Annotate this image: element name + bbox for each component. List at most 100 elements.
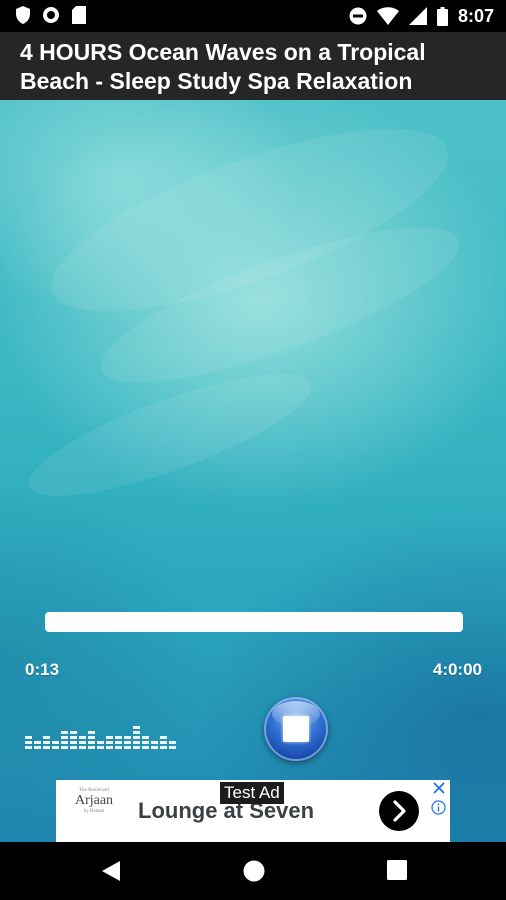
equalizer-segment bbox=[133, 746, 140, 749]
equalizer-segment bbox=[88, 741, 95, 744]
equalizer-segment bbox=[133, 731, 140, 734]
equalizer-segment bbox=[124, 741, 131, 744]
equalizer-bar bbox=[160, 736, 167, 749]
equalizer-bar bbox=[151, 741, 158, 749]
equalizer-bar bbox=[115, 736, 122, 749]
equalizer-segment bbox=[115, 741, 122, 744]
equalizer-segment bbox=[124, 746, 131, 749]
status-bar: 8:07 bbox=[0, 0, 506, 32]
equalizer-segment bbox=[133, 741, 140, 744]
equalizer-segment bbox=[142, 746, 149, 749]
equalizer-segment bbox=[169, 741, 176, 744]
equalizer-bar bbox=[79, 736, 86, 749]
ad-label: Test Ad bbox=[220, 782, 284, 804]
equalizer-segment bbox=[88, 731, 95, 734]
title-bar: 4 HOURS Ocean Waves on a Tropical Beach … bbox=[0, 32, 506, 100]
equalizer-segment bbox=[97, 741, 104, 744]
circle-dot-icon bbox=[43, 7, 59, 23]
recents-icon[interactable] bbox=[386, 859, 408, 881]
equalizer-segment bbox=[142, 736, 149, 739]
equalizer-segment bbox=[97, 746, 104, 749]
ad-close-icon[interactable] bbox=[432, 781, 446, 795]
equalizer-segment bbox=[115, 736, 122, 739]
progress-bar[interactable] bbox=[45, 612, 463, 632]
equalizer-segment bbox=[61, 731, 68, 734]
equalizer-segment bbox=[151, 746, 158, 749]
equalizer-segment bbox=[43, 736, 50, 739]
sd-card-icon bbox=[72, 6, 86, 24]
equalizer-bar bbox=[43, 736, 50, 749]
stop-button[interactable] bbox=[264, 697, 328, 761]
equalizer-bar bbox=[142, 736, 149, 749]
equalizer-segment bbox=[133, 726, 140, 729]
back-icon[interactable] bbox=[100, 859, 122, 883]
do-not-disturb-icon bbox=[349, 7, 367, 25]
equalizer-bar bbox=[88, 731, 95, 749]
equalizer-segment bbox=[25, 746, 32, 749]
equalizer-segment bbox=[61, 736, 68, 739]
equalizer-segment bbox=[142, 741, 149, 744]
equalizer-bar bbox=[124, 736, 131, 749]
equalizer-segment bbox=[88, 736, 95, 739]
equalizer-segment bbox=[43, 746, 50, 749]
player-background: 0:13 4:0:00 The Boulevard Arjaan by Rota… bbox=[0, 100, 506, 842]
equalizer-segment bbox=[25, 736, 32, 739]
equalizer-segment bbox=[34, 741, 41, 744]
wifi-icon bbox=[376, 7, 399, 25]
equalizer-bar bbox=[169, 741, 176, 749]
equalizer-bar bbox=[52, 741, 59, 749]
ad-logo: The Boulevard Arjaan by Rotana bbox=[66, 788, 122, 834]
signal-icon bbox=[408, 7, 427, 25]
ad-logo-sub: by Rotana bbox=[83, 809, 105, 814]
equalizer-segment bbox=[106, 746, 113, 749]
stop-icon bbox=[283, 716, 309, 742]
status-right-icons: 8:07 bbox=[349, 6, 494, 26]
ad-info-icon[interactable] bbox=[431, 800, 446, 815]
equalizer-bar bbox=[61, 731, 68, 749]
equalizer-segment bbox=[160, 746, 167, 749]
clock: 8:07 bbox=[457, 6, 494, 26]
equalizer-bar bbox=[97, 741, 104, 749]
equalizer-segment bbox=[52, 746, 59, 749]
chevron-right-icon bbox=[393, 800, 406, 822]
battery-icon bbox=[436, 6, 448, 26]
equalizer-segment bbox=[151, 741, 158, 744]
equalizer-segment bbox=[106, 741, 113, 744]
equalizer-segment bbox=[70, 736, 77, 739]
equalizer-bar bbox=[25, 736, 32, 749]
equalizer-segment bbox=[124, 736, 131, 739]
equalizer-bar bbox=[133, 726, 140, 749]
equalizer-segment bbox=[106, 736, 113, 739]
ad-cta-button[interactable] bbox=[379, 791, 419, 831]
equalizer-segment bbox=[160, 741, 167, 744]
elapsed-time: 0:13 bbox=[25, 660, 60, 679]
track-title: 4 HOURS Ocean Waves on a Tropical Beach … bbox=[20, 39, 426, 94]
status-left-icons bbox=[16, 6, 86, 24]
equalizer-segment bbox=[79, 741, 86, 744]
ad-logo-main: Arjaan bbox=[74, 793, 114, 808]
equalizer-segment bbox=[70, 746, 77, 749]
equalizer-segment bbox=[79, 746, 86, 749]
total-time: 4:0:00 bbox=[432, 660, 482, 679]
equalizer-visualizer bbox=[25, 715, 176, 749]
equalizer-segment bbox=[25, 741, 32, 744]
progress-fill bbox=[45, 612, 463, 632]
equalizer-segment bbox=[133, 736, 140, 739]
equalizer-segment bbox=[43, 741, 50, 744]
equalizer-segment bbox=[61, 746, 68, 749]
equalizer-segment bbox=[169, 746, 176, 749]
equalizer-segment bbox=[34, 746, 41, 749]
equalizer-bar bbox=[70, 731, 77, 749]
equalizer-segment bbox=[79, 736, 86, 739]
equalizer-segment bbox=[160, 736, 167, 739]
navigation-bar bbox=[0, 842, 506, 900]
home-icon[interactable] bbox=[242, 859, 266, 883]
equalizer-segment bbox=[61, 741, 68, 744]
equalizer-segment bbox=[70, 731, 77, 734]
shield-icon bbox=[16, 6, 30, 24]
equalizer-bar bbox=[106, 736, 113, 749]
equalizer-segment bbox=[88, 746, 95, 749]
equalizer-segment bbox=[70, 741, 77, 744]
equalizer-bar bbox=[34, 741, 41, 749]
equalizer-segment bbox=[115, 746, 122, 749]
